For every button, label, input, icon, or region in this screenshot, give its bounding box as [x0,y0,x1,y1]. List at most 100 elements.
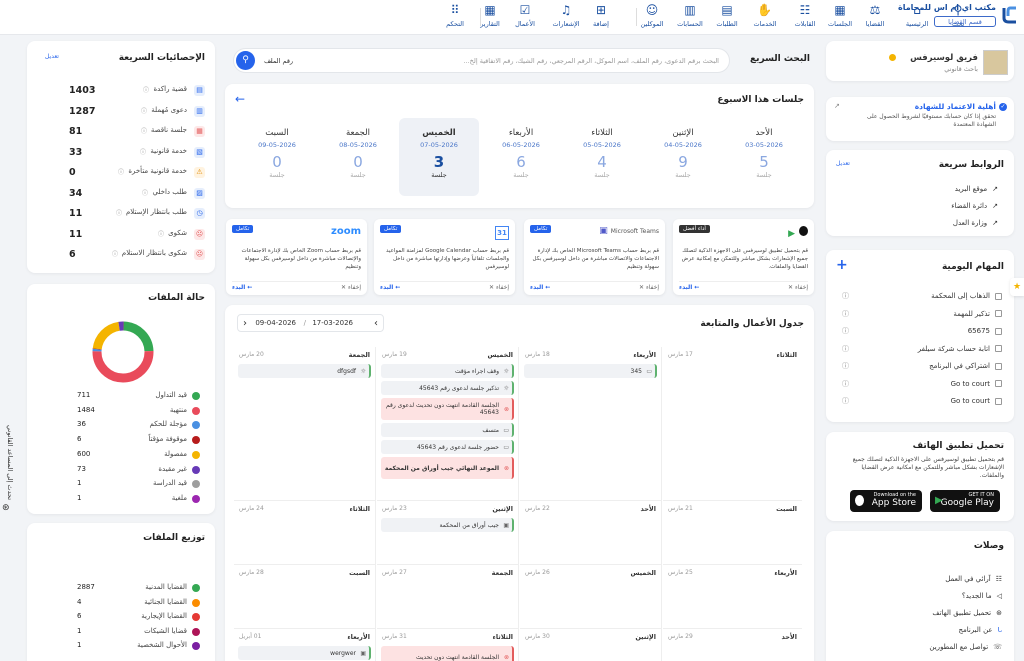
info-icon[interactable]: ⓘ [842,291,849,301]
info-icon[interactable]: ⓘ [842,344,849,354]
calendar-day[interactable]: الأحد 29 مارس [663,629,802,661]
nav-services[interactable]: ✋ الخدمات [748,3,782,28]
calendar-day[interactable]: الجمعة 20 مارس ☼ dfgsdf [234,347,376,501]
status-row[interactable]: 73 غير مقيدة [77,465,200,477]
calendar-event[interactable]: ▣ جيب أوراق من المحكمة [381,518,514,532]
calendar-day[interactable]: الإثنين 23 مارس ▣ جيب أوراق من المحكمة [377,501,519,565]
status-row[interactable]: 36 مؤجلة للحكم [77,420,200,432]
stat-row[interactable]: 6 ⓘ شكوى بانتظار الاستلام ☹ [69,249,205,261]
cert-title[interactable]: أهلية الاعتماد للشهادة [915,102,996,111]
info-icon[interactable]: ⓘ [142,188,148,197]
link-feedback[interactable]: ☷ آرائي في العمل [945,575,1002,583]
nav-bell[interactable]: ♫ الإشعارات [549,3,583,28]
date-range-picker[interactable]: › ‹ 17-03-2026 / 09-04-2026 [237,314,384,332]
task-checkbox[interactable] [995,362,1002,370]
status-row[interactable]: 1 قيد الدراسة [77,479,200,491]
week-day[interactable]: السبت 09-05-2026 0 جلسة [237,118,317,196]
info-icon[interactable]: ⓘ [842,326,849,336]
calendar-day[interactable]: السبت 28 مارس [234,565,376,629]
logo-icon[interactable] [1001,4,1019,26]
info-icon[interactable]: ⓘ [842,361,849,371]
info-icon[interactable]: ⓘ [141,126,147,135]
calendar-day[interactable]: السبت 21 مارس [663,501,802,565]
quick-links-edit[interactable]: تعديل [836,160,850,167]
stat-row[interactable]: 11 ⓘ شكوى ☹ [69,228,205,241]
hide-button[interactable]: إخفاء ✕ [639,284,659,291]
stat-row[interactable]: 0 ⓘ خدمة قانونية متأخرة ⚠ [69,167,205,179]
start-button[interactable]: ← البدء [232,284,252,291]
calendar-day[interactable]: الثلاثاء 31 مارس ⊗ الجلسة القادمة انتهت دون… [377,629,519,661]
start-button[interactable]: ← البدء [530,284,550,291]
calendar-day[interactable]: الإثنين 30 مارس [520,629,662,661]
star-tab-icon[interactable]: ★ [1010,278,1024,296]
week-day[interactable]: الجمعة 08-05-2026 0 جلسة [318,118,398,196]
calendar-day[interactable]: الأحد 22 مارس [520,501,662,565]
certification-card[interactable]: ✓ أهلية الاعتماد للشهادة تحقق إذا كان حس… [826,97,1014,141]
quick-link-item[interactable]: ↗ موقع البريد [955,185,998,193]
task-item[interactable]: اشتراكي في البرنامج ⓘ [842,361,1002,371]
status-row[interactable]: 1 ملغية [77,494,200,506]
task-item[interactable]: تذكير للمهمة ⓘ [842,309,1002,319]
link-download-app[interactable]: ⊛ تحميل تطبيق الهاتف [932,609,1002,617]
status-row[interactable]: 1484 منتهية [77,406,200,418]
stats-edit[interactable]: تعديل [45,53,59,60]
chevron-left-icon[interactable]: ‹ [243,318,247,329]
task-item[interactable]: Go to court ⓘ [842,396,1002,406]
task-checkbox[interactable] [995,345,1002,352]
hide-button[interactable]: إخفاء ✕ [489,284,509,291]
info-icon[interactable]: ⓘ [143,85,149,94]
app-store-button[interactable]: Download on the App Store [850,490,922,512]
calendar-event[interactable]: ▭ حضور جلسة لدعوى رقم 45643 [381,440,514,454]
calendar-event[interactable]: ☼ تذكير جلسة لدعوى رقم 45643 [381,381,514,395]
distribution-row[interactable]: 2887 القضايا المدنية [77,583,200,595]
distribution-row[interactable]: 6 القضايا الإيجارية [77,612,200,624]
external-link-icon[interactable]: ↗ [834,102,840,110]
task-item[interactable]: 65675 ⓘ [842,326,1002,336]
start-button[interactable]: ← البدء [679,284,699,291]
task-item[interactable]: Go to court ⓘ [842,379,1002,389]
stat-row[interactable]: 11 ⓘ طلب بانتظار الإستلام ◷ [69,208,205,220]
calendar-day[interactable]: الثلاثاء 24 مارس [234,501,376,565]
search-input[interactable]: البحث برقم الدعوى، رقم الملف، اسم الموكل… [463,57,719,65]
week-day[interactable]: الخميس 07-05-2026 3 جلسة [399,118,479,196]
calendar-day[interactable]: الأربعاء 18 مارس ▭ 345 [520,347,662,501]
nav-settings-grid[interactable]: ⠿ التحكم [438,3,472,28]
search-button[interactable]: ⚲ [236,51,255,70]
quick-link-item[interactable]: ↗ دائرة القضاء [951,202,998,210]
chevron-right-icon[interactable]: › [374,318,378,329]
nav-reports[interactable]: ▦ التقارير [473,3,507,28]
info-icon[interactable]: ⓘ [141,106,147,115]
nav-accounts[interactable]: ▥ الحسابات [673,3,707,28]
info-icon[interactable]: ⓘ [118,167,124,176]
week-day[interactable]: الأربعاء 06-05-2026 6 جلسة [481,118,561,196]
quick-link-item[interactable]: ↗ وزارة العدل [953,219,998,227]
stat-row[interactable]: 33 ⓘ خدمة قانونية ▧ [69,146,205,159]
nav-add[interactable]: ⊞ إضافة [584,3,618,28]
week-day[interactable]: الإثنين 04-05-2026 9 جلسة [643,118,723,196]
assistant-side-tab[interactable]: تحدث إلى المساعد القانوني ⊛ [0,405,16,517]
calendar-day[interactable]: الثلاثاء 17 مارس [663,347,802,501]
nav-meetings[interactable]: ☷ القابلات [788,3,822,28]
info-icon[interactable]: ⓘ [842,309,849,319]
nav-search[interactable]: ⚲ بحث [941,3,975,28]
nav-cases[interactable]: ⚖ القضايا [858,3,892,28]
nav-clients[interactable]: ☺ الموكلين [635,3,669,28]
status-row[interactable]: 600 مفصولة [77,450,200,462]
add-task-button[interactable]: + [836,257,848,273]
link-whats-new[interactable]: ◁ ما الجديد؟ [962,592,1002,600]
task-checkbox[interactable] [995,310,1002,317]
task-checkbox[interactable] [995,397,1002,405]
nav-requests[interactable]: ▤ الطلبات [710,3,744,28]
calendar-event[interactable]: ▭ متسف [381,423,514,437]
calendar-event[interactable]: ⊗ الجلسة القادمة انتهت دون تحديث [381,646,514,661]
calendar-day[interactable]: الخميس 19 مارس ☼ وقف اجراء مؤقت ☼ تذكير جلسة … [377,347,519,501]
calendar-event[interactable]: ☼ dfgsdf [238,364,371,378]
hide-button[interactable]: إخفاء ✕ [788,284,808,291]
stat-row[interactable]: 1287 ⓘ دعوى مُهملة ▥ [69,105,205,118]
distribution-row[interactable]: 1 قضايا الشيكات [77,627,200,639]
status-row[interactable]: 711 قيد التداول [77,391,200,403]
nav-sessions[interactable]: ▦ الجلسات [823,3,857,28]
stat-row[interactable]: 1403 ⓘ قضية راكدة ▤ [69,85,205,97]
distribution-row[interactable]: 4 القضايا الجنائية [77,598,200,610]
link-contact-devs[interactable]: ☏ تواصل مع المطورين [929,643,1002,651]
